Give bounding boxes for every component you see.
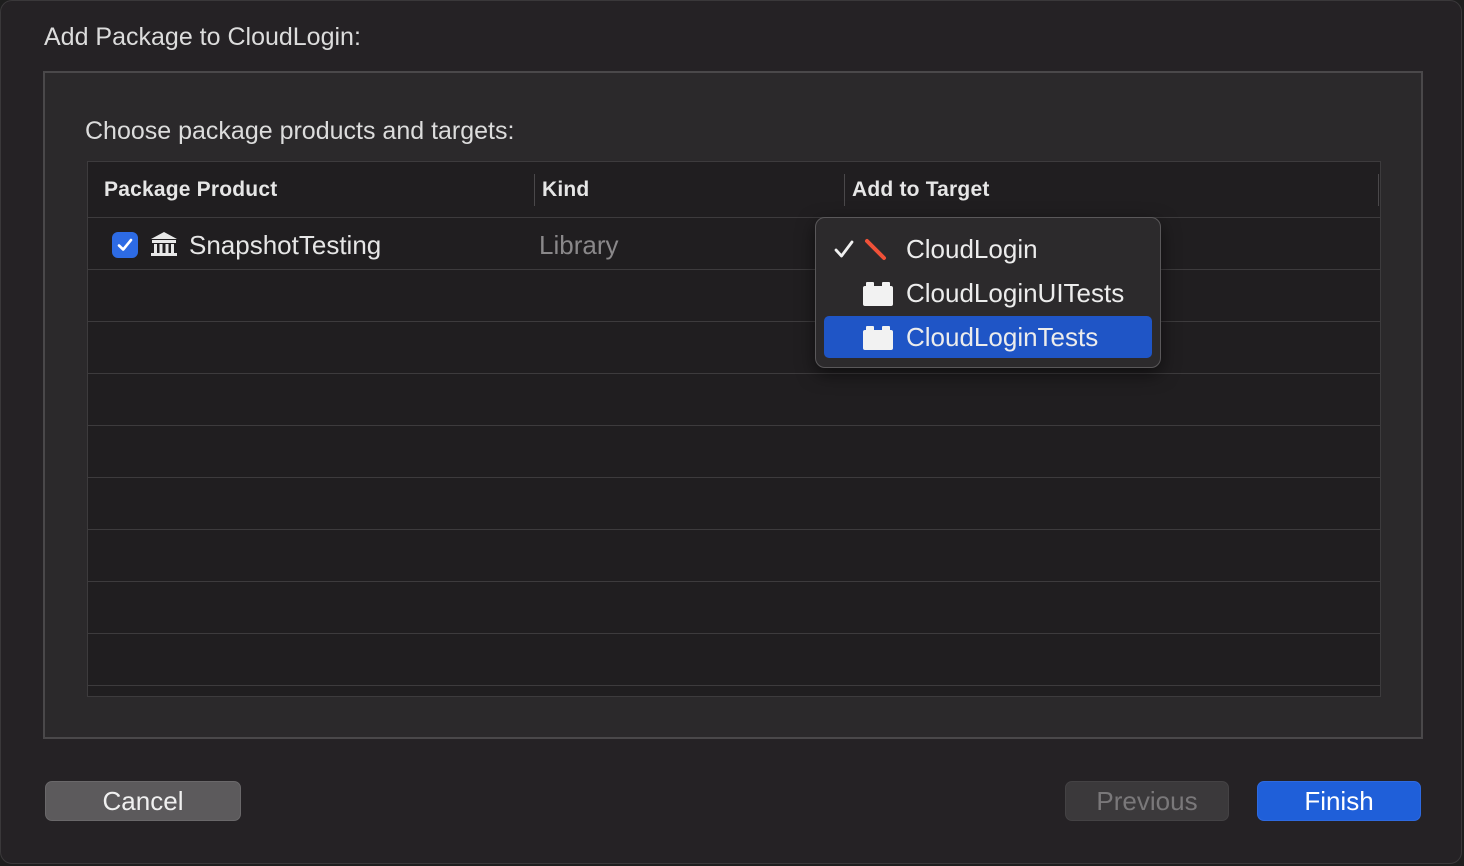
- test-bundle-icon: [863, 282, 893, 306]
- panel-heading: Choose package products and targets:: [85, 117, 515, 145]
- menu-item-cloudlogin[interactable]: CloudLogin: [824, 228, 1152, 270]
- column-divider[interactable]: [534, 174, 535, 206]
- product-name: SnapshotTesting: [189, 230, 382, 260]
- checkmark-icon: [117, 238, 133, 251]
- cancel-button[interactable]: Cancel: [45, 781, 241, 821]
- test-bundle-icon: [863, 326, 893, 350]
- add-to-target-menu[interactable]: CloudLogin CloudLoginUITests CloudLoginT…: [815, 217, 1161, 368]
- menu-item-label: CloudLoginTests: [906, 322, 1099, 352]
- add-package-sheet: Add Package to CloudLogin: Choose packag…: [0, 0, 1462, 864]
- table-row: [88, 478, 1380, 530]
- column-header-package-product[interactable]: Package Product: [104, 178, 277, 202]
- column-header-add-to-target[interactable]: Add to Target: [852, 178, 990, 202]
- column-divider[interactable]: [844, 174, 845, 206]
- menu-item-label: CloudLoginUITests: [906, 278, 1125, 308]
- table-row: [88, 634, 1380, 686]
- table-header: Package Product Kind Add to Target: [88, 162, 1380, 218]
- products-table: Package Product Kind Add to Target Snaps…: [87, 161, 1381, 697]
- package-panel: Choose package products and targets: Pac…: [43, 71, 1423, 739]
- table-row: [88, 270, 1380, 322]
- swift-app-icon: [865, 239, 886, 260]
- checkmark-icon: [834, 240, 854, 258]
- menu-item-cloudlogintests[interactable]: CloudLoginTests: [824, 316, 1152, 358]
- column-divider[interactable]: [1378, 174, 1379, 206]
- menu-item-label: CloudLogin: [906, 234, 1038, 264]
- table-row: [88, 426, 1380, 478]
- menu-item-cloudloginuitests[interactable]: CloudLoginUITests: [824, 272, 1152, 314]
- library-icon: [151, 232, 177, 256]
- table-row: [88, 530, 1380, 582]
- table-row[interactable]: SnapshotTesting Library: [88, 218, 1380, 270]
- table-row: [88, 322, 1380, 374]
- table-row: [88, 582, 1380, 634]
- sheet-title: Add Package to CloudLogin:: [44, 23, 361, 51]
- product-kind: Library: [539, 230, 619, 260]
- column-header-kind[interactable]: Kind: [542, 178, 589, 202]
- include-product-checkbox[interactable]: [112, 232, 138, 258]
- finish-button[interactable]: Finish: [1257, 781, 1421, 821]
- previous-button[interactable]: Previous: [1065, 781, 1229, 821]
- table-row: [88, 374, 1380, 426]
